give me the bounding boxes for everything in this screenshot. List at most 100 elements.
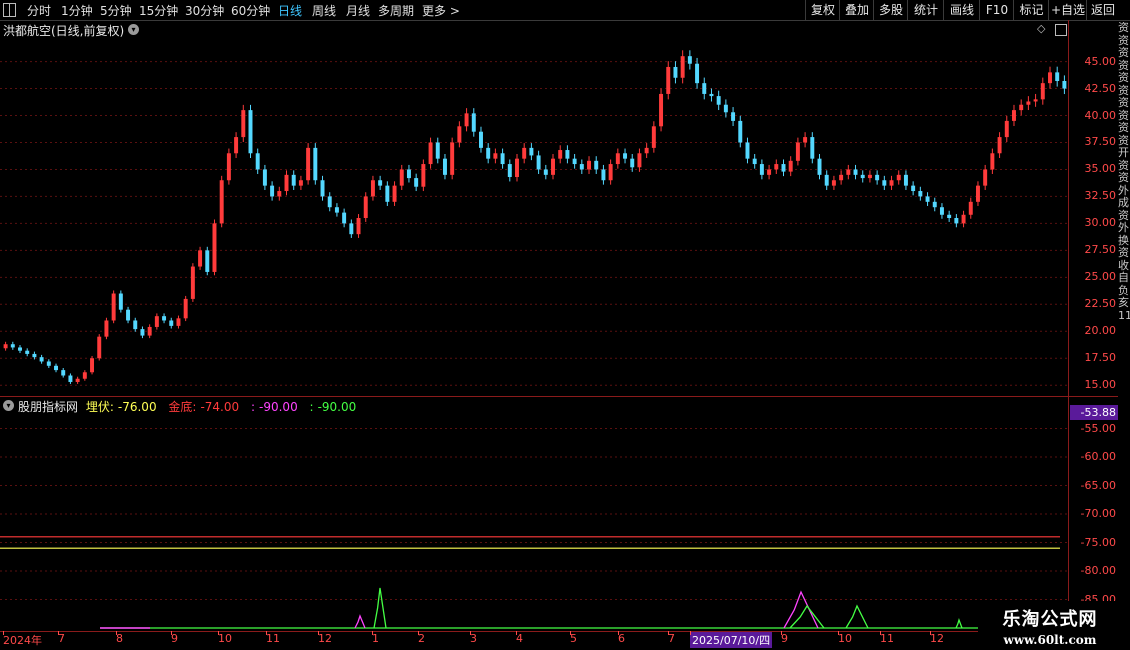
candle-body bbox=[587, 160, 592, 170]
period-minute-tab[interactable]: 分时 bbox=[27, 2, 51, 19]
candle-body bbox=[939, 207, 944, 215]
candle-body bbox=[529, 147, 534, 156]
window-toggle-icon[interactable] bbox=[3, 3, 16, 17]
f10-button[interactable]: F10 bbox=[979, 0, 1014, 20]
stats-button[interactable]: 统计 bbox=[907, 0, 944, 20]
indicator-menu-icon[interactable]: ▾ bbox=[3, 400, 14, 411]
candle-body bbox=[435, 142, 440, 159]
period-5min-tab[interactable]: 5分钟 bbox=[100, 2, 132, 19]
candle-body bbox=[97, 336, 102, 359]
diamond-icon[interactable]: ◇ bbox=[1037, 22, 1045, 35]
candle-body bbox=[543, 169, 548, 175]
candle-body bbox=[716, 96, 721, 105]
candle-body bbox=[1055, 72, 1060, 81]
candle-body bbox=[968, 201, 973, 215]
candle-body bbox=[313, 147, 318, 181]
candle-body bbox=[795, 142, 800, 161]
candle-body bbox=[702, 83, 707, 94]
add-favorite-button[interactable]: +自选 bbox=[1048, 0, 1087, 20]
date-tick-mark bbox=[3, 631, 4, 635]
candle-body bbox=[752, 158, 757, 165]
period-30min-tab[interactable]: 30分钟 bbox=[185, 2, 224, 19]
candle-body bbox=[262, 169, 267, 186]
candle-body bbox=[421, 164, 426, 187]
candle-body bbox=[61, 370, 66, 376]
candle-body bbox=[918, 191, 923, 197]
price-grid bbox=[0, 20, 1118, 632]
adjust-button[interactable]: 复权 bbox=[805, 0, 840, 20]
candle-body bbox=[212, 223, 217, 272]
date-tick-label: 7 bbox=[58, 632, 65, 645]
chevron-down-icon[interactable]: ▾ bbox=[128, 24, 139, 35]
date-tick-mark bbox=[266, 631, 267, 635]
candle-body bbox=[723, 104, 728, 113]
date-tick-mark bbox=[618, 631, 619, 635]
indicator-tick-label: -65.00 bbox=[1080, 478, 1116, 492]
date-tick-label: 11 bbox=[266, 632, 280, 645]
candle-body bbox=[3, 344, 8, 349]
price-tick-label: 35.00 bbox=[1084, 162, 1117, 176]
candle-body bbox=[176, 318, 181, 326]
price-tick-label: 15.00 bbox=[1084, 378, 1117, 392]
candle-body bbox=[774, 164, 779, 170]
side-panel-strip[interactable]: 资资资资资资资资资资开资资外成资外换资收自负亥11110111 bbox=[1118, 22, 1130, 650]
candle-body bbox=[680, 56, 685, 78]
period-monthly-tab[interactable]: 月线 bbox=[346, 2, 370, 19]
candle-body bbox=[306, 147, 311, 181]
candle-body bbox=[32, 353, 37, 358]
candle-body bbox=[623, 153, 628, 159]
candle-body bbox=[1040, 83, 1045, 100]
candle-body bbox=[291, 174, 296, 186]
period-1min-tab[interactable]: 1分钟 bbox=[61, 2, 93, 19]
period-15min-tab[interactable]: 15分钟 bbox=[139, 2, 178, 19]
candle-body bbox=[767, 169, 772, 175]
date-tick-mark bbox=[690, 631, 691, 635]
draw-line-button[interactable]: 画线 bbox=[943, 0, 980, 20]
indicator-tick-label: -70.00 bbox=[1080, 507, 1116, 520]
candle-body bbox=[169, 320, 174, 326]
date-tick-label: 12 bbox=[318, 632, 332, 645]
candle-body bbox=[140, 329, 145, 336]
price-tick-label: 40.00 bbox=[1084, 108, 1117, 122]
candle-body bbox=[781, 164, 786, 172]
candle-body bbox=[356, 218, 361, 235]
candle-body bbox=[133, 320, 138, 330]
candle-body bbox=[18, 347, 22, 351]
candle-body bbox=[759, 164, 764, 175]
period-60min-tab[interactable]: 60分钟 bbox=[231, 2, 270, 19]
back-button[interactable]: 返回 bbox=[1086, 0, 1119, 20]
candle-body bbox=[565, 150, 570, 159]
period-weekly-tab[interactable]: 周线 bbox=[312, 2, 336, 19]
period-more-tab[interactable]: 更多 > bbox=[422, 2, 460, 19]
candle-body bbox=[601, 169, 606, 181]
candle-body bbox=[234, 137, 239, 154]
period-multi-tab[interactable]: 多周期 bbox=[378, 2, 414, 19]
candle-body bbox=[1004, 120, 1009, 138]
candle-body bbox=[651, 126, 656, 148]
date-tick-label: 6 bbox=[618, 632, 625, 645]
candle-body bbox=[579, 164, 584, 170]
mark-button[interactable]: 标记 bbox=[1013, 0, 1049, 20]
date-tick-label: 2 bbox=[418, 632, 425, 645]
candle-body bbox=[1011, 110, 1016, 121]
date-tick-mark bbox=[418, 631, 419, 635]
candle-body bbox=[1048, 72, 1052, 84]
candle-body bbox=[414, 178, 419, 187]
period-daily-tab[interactable]: 日线 bbox=[278, 2, 302, 19]
candle-body bbox=[399, 169, 404, 186]
multi-stock-button[interactable]: 多股 bbox=[873, 0, 908, 20]
panel-toggle-icon[interactable] bbox=[1055, 24, 1067, 36]
price-tick-label: 20.00 bbox=[1084, 324, 1117, 338]
overlay-button[interactable]: 叠加 bbox=[839, 0, 874, 20]
indicator-spike bbox=[783, 590, 819, 629]
candle-body bbox=[39, 357, 44, 362]
candle-body bbox=[385, 185, 390, 202]
stock-title: 洪都航空(日线,前复权) bbox=[3, 24, 125, 38]
candle-body bbox=[925, 196, 930, 202]
candle-body bbox=[522, 147, 527, 159]
price-tick-label: 32.50 bbox=[1084, 189, 1117, 203]
candle-body bbox=[954, 218, 959, 224]
indicator-name[interactable]: 股朋指标网 bbox=[18, 400, 78, 414]
date-tick-mark bbox=[470, 631, 471, 635]
candle-body bbox=[997, 137, 1002, 154]
